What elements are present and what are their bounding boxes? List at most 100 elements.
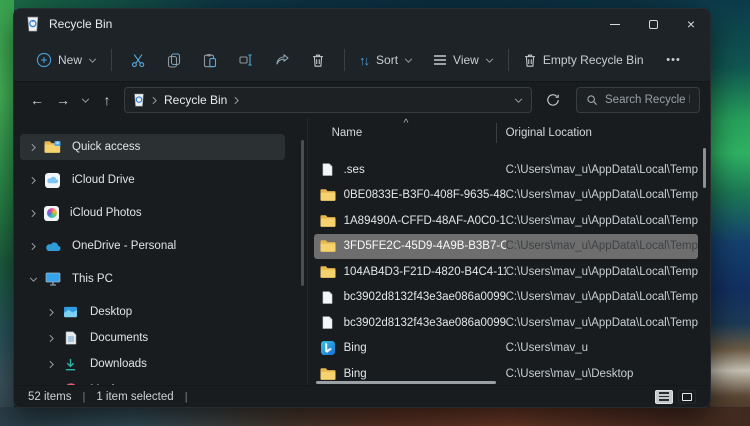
delete-button[interactable] xyxy=(300,45,336,75)
file-name: Bing xyxy=(344,342,506,354)
file-row[interactable]: bc3902d8132f43e3ae086a009979fa8... C:\Us… xyxy=(314,310,698,336)
chevron-down-icon[interactable] xyxy=(26,277,40,282)
thumbnail-view-toggle[interactable] xyxy=(678,390,696,404)
sidebar-item-label: This PC xyxy=(72,273,113,285)
items-count: 52 items xyxy=(28,391,71,403)
status-bar: 52 items | 1 item selected | xyxy=(14,385,710,407)
sidebar-item-music[interactable]: Music xyxy=(20,377,285,385)
address-dropdown-chevron-icon[interactable] xyxy=(514,98,523,103)
sidebar-item-quick-access[interactable]: Quick access xyxy=(20,134,285,160)
toolbar-separator xyxy=(508,49,509,71)
back-button[interactable]: ← xyxy=(24,86,50,114)
vertical-scrollbar[interactable] xyxy=(703,148,706,188)
file-location: C:\Users\mav_u xyxy=(506,342,588,354)
icloud-drive-icon xyxy=(44,172,61,189)
file-row-selected[interactable]: 3FD5FE2C-45D9-4A9B-B3B7-CBDE... C:\Users… xyxy=(314,234,698,260)
copy-button[interactable] xyxy=(156,45,192,75)
recycle-bin-icon xyxy=(26,16,40,32)
chevron-down-icon xyxy=(404,58,413,63)
sort-ascending-icon: ^ xyxy=(404,118,409,129)
address-bar-row: ← → ↑ Recycle Bin xyxy=(14,82,710,118)
file-location: C:\Users\mav_u\AppData\Local\Temp xyxy=(506,240,698,252)
sidebar-item-icloud-photos[interactable]: iCloud Photos xyxy=(20,200,285,226)
column-header-original-location[interactable]: Original Location xyxy=(506,127,592,139)
file-location: C:\Users\mav_u\AppData\Local\Temp xyxy=(506,291,698,303)
chevron-right-icon[interactable] xyxy=(44,334,58,343)
sidebar-item-label: Quick access xyxy=(72,141,140,153)
sidebar-item-label: iCloud Photos xyxy=(70,207,142,219)
chevron-right-icon[interactable] xyxy=(44,360,58,369)
file-name: bc3902d8132f43e3ae086a009979fa8... xyxy=(344,317,506,329)
paste-button[interactable] xyxy=(192,45,228,75)
sidebar-item-label: OneDrive - Personal xyxy=(72,240,176,252)
file-location: C:\Users\mav_u\AppData\Local\Temp xyxy=(506,266,698,278)
breadcrumb-location[interactable]: Recycle Bin xyxy=(164,93,227,107)
recent-locations-button[interactable] xyxy=(76,86,94,114)
chevron-right-icon[interactable] xyxy=(26,143,40,152)
column-header-name[interactable]: Name xyxy=(332,127,363,139)
refresh-button[interactable] xyxy=(540,86,566,114)
close-button[interactable]: × xyxy=(672,9,710,39)
horizontal-scrollbar[interactable] xyxy=(316,381,496,384)
view-button[interactable]: View xyxy=(427,45,500,75)
sidebar-scrollbar[interactable] xyxy=(301,140,304,286)
chevron-right-icon[interactable] xyxy=(26,242,40,251)
cut-button[interactable] xyxy=(120,45,156,75)
address-breadcrumb[interactable]: Recycle Bin xyxy=(124,87,532,113)
search-box[interactable] xyxy=(576,87,700,113)
see-more-button[interactable]: ••• xyxy=(656,45,692,75)
navigation-pane: Quick access iCloud Drive iCloud Photos xyxy=(14,118,307,385)
up-button[interactable]: ↑ xyxy=(94,86,120,114)
sidebar-item-label: Documents xyxy=(90,332,148,344)
desktop-wallpaper-bottom xyxy=(0,407,750,426)
minimize-button[interactable] xyxy=(596,9,634,39)
file-row[interactable]: bc3902d8132f43e3ae086a009979fa8... C:\Us… xyxy=(314,285,698,311)
chevron-right-icon[interactable] xyxy=(234,96,239,105)
sidebar-item-desktop[interactable]: Desktop xyxy=(20,299,285,325)
file-row[interactable]: Bing C:\Users\mav_u xyxy=(314,336,698,362)
column-headers: Name ^ Original Location xyxy=(308,118,710,148)
toolbar-separator xyxy=(344,49,345,71)
forward-arrow-icon: → xyxy=(56,92,70,108)
folder-icon xyxy=(320,187,336,203)
forward-button[interactable]: → xyxy=(50,86,76,114)
sidebar-item-onedrive-personal[interactable]: OneDrive - Personal xyxy=(20,233,285,259)
sidebar-item-icloud-drive[interactable]: iCloud Drive xyxy=(20,167,285,193)
search-input[interactable] xyxy=(605,94,690,106)
paste-icon xyxy=(203,53,217,68)
file-icon xyxy=(320,162,336,178)
file-icon xyxy=(320,315,336,331)
chevron-right-icon[interactable] xyxy=(26,176,40,185)
back-arrow-icon: ← xyxy=(30,92,44,108)
file-name: 104AB4D3-F21D-4820-B4C4-118B4... xyxy=(344,266,506,278)
sort-arrows-icon: ↑↓ xyxy=(359,53,368,68)
title-bar[interactable]: Recycle Bin × xyxy=(14,9,710,39)
search-icon xyxy=(586,94,598,106)
file-row[interactable]: 1A89490A-CFFD-48AF-A0C0-1B293... C:\User… xyxy=(314,208,698,234)
sort-button[interactable]: ↑↓ Sort xyxy=(353,45,419,75)
new-button[interactable]: New xyxy=(30,45,103,75)
empty-recycle-bin-button[interactable]: Empty Recycle Bin xyxy=(517,45,650,75)
icloud-photos-icon xyxy=(44,206,59,221)
sidebar-item-label: Desktop xyxy=(90,306,132,318)
sidebar-item-this-pc[interactable]: This PC xyxy=(20,266,285,292)
folder-icon xyxy=(320,264,336,280)
file-row[interactable]: 104AB4D3-F21D-4820-B4C4-118B4... C:\User… xyxy=(314,259,698,285)
chevron-right-icon[interactable] xyxy=(44,308,58,317)
maximize-button[interactable] xyxy=(634,9,672,39)
details-view-toggle[interactable] xyxy=(655,390,673,404)
share-button[interactable] xyxy=(264,45,300,75)
chevron-down-icon xyxy=(81,98,90,103)
sidebar-item-documents[interactable]: Documents xyxy=(20,325,285,351)
file-location: C:\Users\mav_u\Desktop xyxy=(506,368,634,380)
file-row[interactable]: 0BE0833E-B3F0-408F-9635-485BE7... C:\Use… xyxy=(314,183,698,209)
file-location: C:\Users\mav_u\AppData\Local\Temp xyxy=(506,215,698,227)
rename-button[interactable] xyxy=(228,45,264,75)
view-lines-icon xyxy=(433,54,447,66)
file-row[interactable]: .ses C:\Users\mav_u\AppData\Local\Temp xyxy=(314,157,698,183)
chevron-right-icon xyxy=(152,96,157,105)
new-button-label: New xyxy=(58,53,82,67)
column-divider[interactable] xyxy=(496,123,497,143)
sidebar-item-downloads[interactable]: Downloads xyxy=(20,351,285,377)
chevron-right-icon[interactable] xyxy=(26,209,40,218)
